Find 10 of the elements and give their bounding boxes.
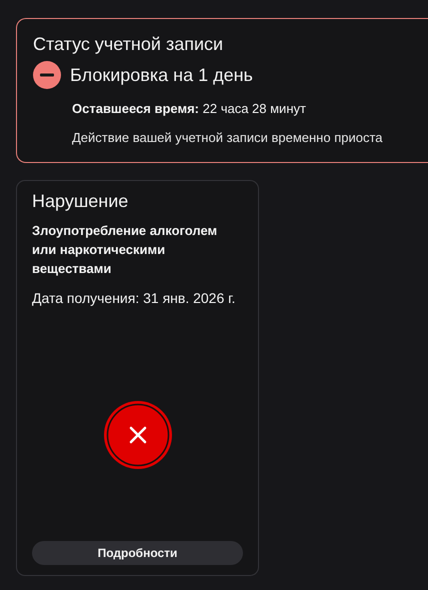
details-button[interactable]: Подробности	[32, 541, 243, 565]
card-title: Нарушение	[32, 191, 130, 212]
remaining-time: Оставшееся время: 22 часа 28 минут	[72, 101, 307, 116]
description-text: Действие вашей учетной записи временно приоста	[72, 130, 384, 145]
close-circle-icon	[102, 400, 172, 470]
block-label: Блокировка на 1 день	[70, 64, 253, 86]
violation-reason: Злоупотребление алкоголем или наркотическими веществами	[32, 222, 218, 278]
received-date: Дата получения: 31 янв. 2026 г.	[32, 289, 236, 308]
card-title: Статус учетной записи	[33, 34, 224, 55]
minus-icon	[33, 61, 61, 89]
